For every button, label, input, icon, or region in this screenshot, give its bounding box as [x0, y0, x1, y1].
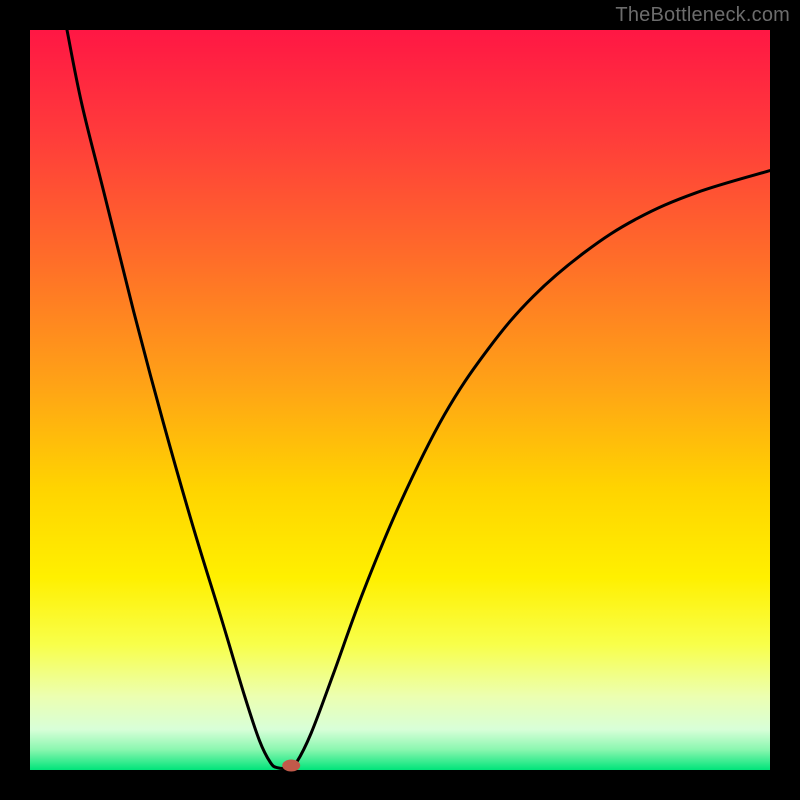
bottleneck-chart — [0, 0, 800, 800]
chart-frame: TheBottleneck.com — [0, 0, 800, 800]
optimum-marker — [282, 760, 300, 772]
plot-background — [30, 30, 770, 770]
watermark-text: TheBottleneck.com — [615, 4, 790, 27]
